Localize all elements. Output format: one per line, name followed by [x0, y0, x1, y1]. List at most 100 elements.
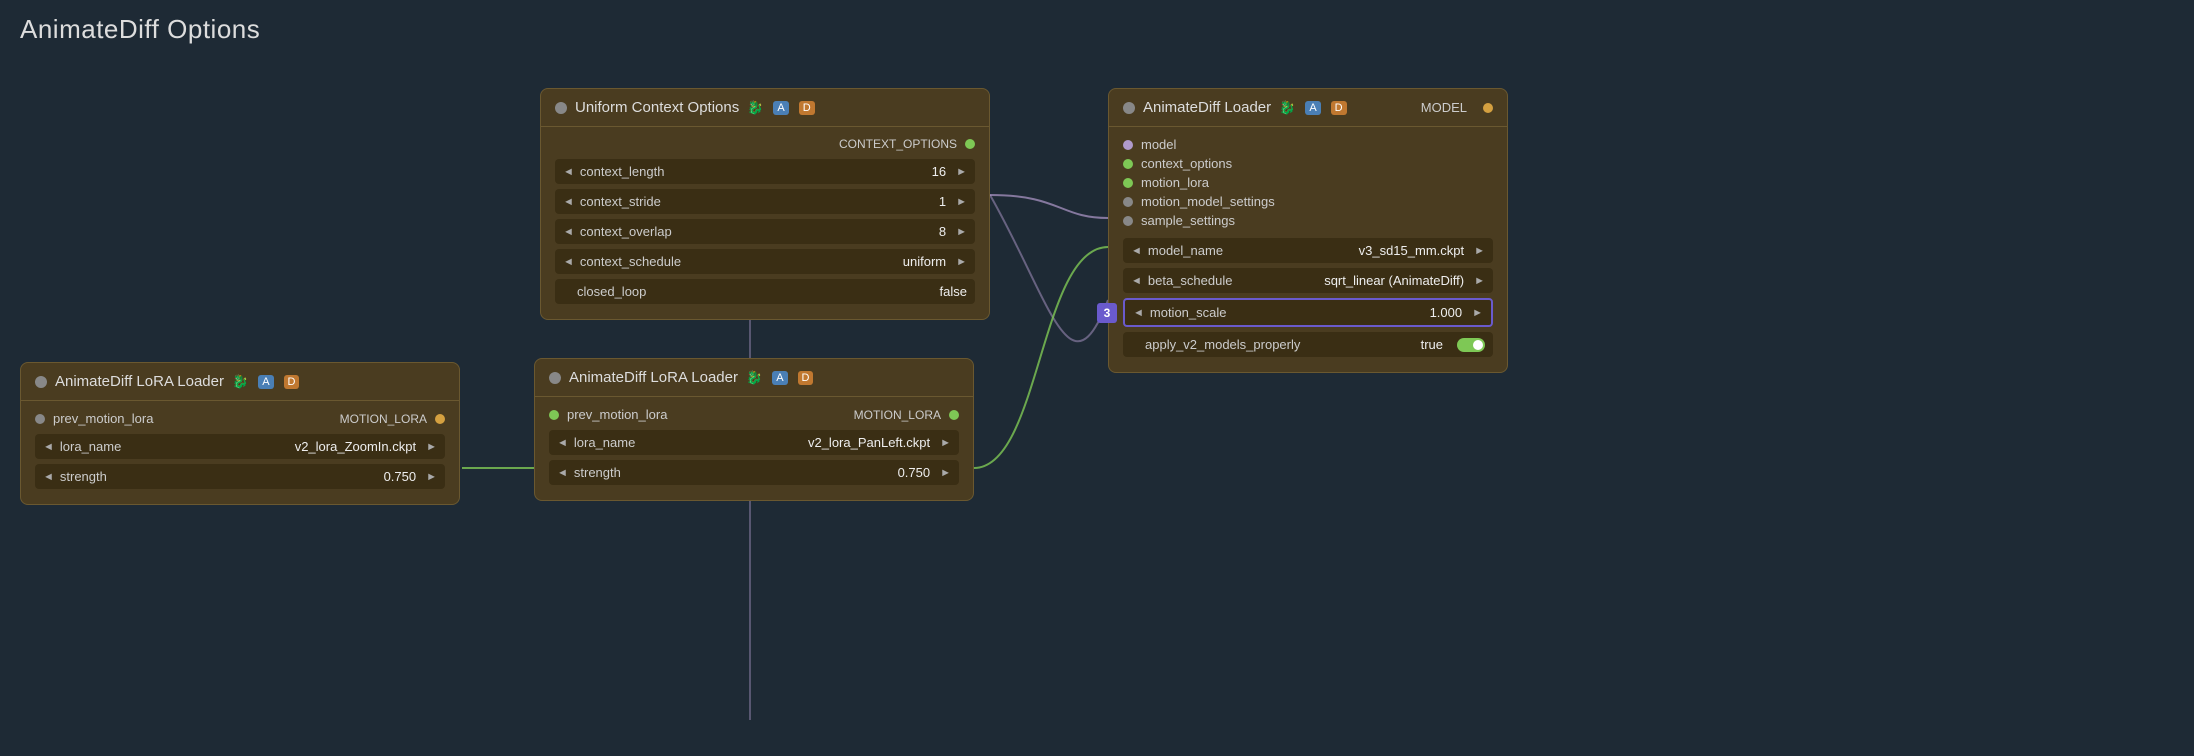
lora-loader-left-emoji: 🐉 — [232, 374, 248, 390]
context-schedule-left-arrow[interactable]: ◄ — [563, 256, 574, 268]
lora-right-strength-left-arrow[interactable]: ◄ — [557, 467, 568, 479]
motion-lora-port-row: motion_lora — [1123, 175, 1493, 190]
beta-schedule-field[interactable]: ◄ beta_schedule sqrt_linear (AnimateDiff… — [1123, 268, 1493, 293]
beta-schedule-label: beta_schedule — [1148, 273, 1318, 288]
animatediff-loader-title: AnimateDiff Loader — [1143, 99, 1271, 116]
animatediff-loader-header: AnimateDiff Loader 🐉 A D MODEL — [1109, 89, 1507, 127]
lora-right-name-value: v2_lora_PanLeft.ckpt — [808, 435, 930, 450]
beta-schedule-left-arrow[interactable]: ◄ — [1131, 275, 1142, 287]
uniform-context-dot — [555, 102, 567, 114]
lora-loader-right-header: AnimateDiff LoRA Loader 🐉 A D — [535, 359, 973, 397]
context-overlap-field[interactable]: ◄ context_overlap 8 ► — [555, 219, 975, 244]
animatediff-loader-dot — [1123, 102, 1135, 114]
lora-right-strength-label: strength — [574, 465, 892, 480]
uniform-context-title: Uniform Context Options — [575, 99, 739, 116]
context-length-left-arrow[interactable]: ◄ — [563, 166, 574, 178]
model-name-label: model_name — [1148, 243, 1353, 258]
lora-right-name-field[interactable]: ◄ lora_name v2_lora_PanLeft.ckpt ► — [549, 430, 959, 455]
closed-loop-field[interactable]: closed_loop false — [555, 279, 975, 304]
context-options-port-dot — [1123, 159, 1133, 169]
lora-right-name-left-arrow[interactable]: ◄ — [557, 437, 568, 449]
context-options-output-label: CONTEXT_OPTIONS — [555, 137, 957, 151]
lora-loader-right-dot — [549, 372, 561, 384]
lora-left-output-dot — [435, 414, 445, 424]
model-port-row: model — [1123, 137, 1493, 152]
context-options-output-dot — [965, 139, 975, 149]
lora-left-name-field[interactable]: ◄ lora_name v2_lora_ZoomIn.ckpt ► — [35, 434, 445, 459]
lora-right-output-label: MOTION_LORA — [667, 408, 941, 422]
motion-scale-field[interactable]: 3 ◄ motion_scale 1.000 ► — [1123, 298, 1493, 327]
lora-loader-right-emoji: 🐉 — [746, 370, 762, 386]
lora-right-strength-value: 0.750 — [898, 465, 931, 480]
lora-right-output-dot — [949, 410, 959, 420]
lora-left-strength-right-arrow[interactable]: ► — [426, 471, 437, 483]
lora-right-prev-motion-label: prev_motion_lora — [567, 407, 667, 422]
lora-left-strength-left-arrow[interactable]: ◄ — [43, 471, 54, 483]
lora-right-name-right-arrow[interactable]: ► — [940, 437, 951, 449]
context-overlap-left-arrow[interactable]: ◄ — [563, 226, 574, 238]
lora-left-name-label: lora_name — [60, 439, 289, 454]
context-overlap-value: 8 — [939, 224, 946, 239]
lora-loader-right-badge-d: D — [798, 371, 814, 385]
lora-left-strength-label: strength — [60, 469, 378, 484]
context-length-field[interactable]: ◄ context_length 16 ► — [555, 159, 975, 184]
animatediff-loader-node: AnimateDiff Loader 🐉 A D MODEL model con… — [1108, 88, 1508, 373]
lora-right-strength-field[interactable]: ◄ strength 0.750 ► — [549, 460, 959, 485]
lora-left-prev-motion-label: prev_motion_lora — [53, 411, 153, 426]
lora-loader-left-title: AnimateDiff LoRA Loader — [55, 373, 224, 390]
context-stride-left-arrow[interactable]: ◄ — [563, 196, 574, 208]
context-schedule-right-arrow[interactable]: ► — [956, 256, 967, 268]
model-name-right-arrow[interactable]: ► — [1474, 245, 1485, 257]
lora-loader-left-node: AnimateDiff LoRA Loader 🐉 A D prev_motio… — [20, 362, 460, 505]
context-options-port-label: context_options — [1141, 156, 1232, 171]
lora-left-strength-field[interactable]: ◄ strength 0.750 ► — [35, 464, 445, 489]
beta-schedule-value: sqrt_linear (AnimateDiff) — [1324, 273, 1464, 288]
lora-right-name-label: lora_name — [574, 435, 802, 450]
sample-settings-port-label: sample_settings — [1141, 213, 1235, 228]
apply-v2-value: true — [1421, 337, 1443, 352]
lora-loader-left-badge-d: D — [284, 375, 300, 389]
lora-left-prev-motion-dot — [35, 414, 45, 424]
lora-loader-right-body: prev_motion_lora MOTION_LORA ◄ lora_name… — [535, 397, 973, 500]
motion-lora-port-label: motion_lora — [1141, 175, 1209, 190]
motion-model-settings-port-dot — [1123, 197, 1133, 207]
page-title: AnimateDiff Options — [20, 14, 260, 45]
uniform-context-body: CONTEXT_OPTIONS ◄ context_length 16 ► ◄ … — [541, 127, 989, 319]
model-name-left-arrow[interactable]: ◄ — [1131, 245, 1142, 257]
sample-settings-port-dot — [1123, 216, 1133, 226]
closed-loop-label: closed_loop — [577, 284, 934, 299]
context-stride-value: 1 — [939, 194, 946, 209]
context-length-value: 16 — [932, 164, 946, 179]
context-stride-label: context_stride — [580, 194, 933, 209]
apply-v2-toggle[interactable] — [1457, 338, 1485, 352]
context-schedule-field[interactable]: ◄ context_schedule uniform ► — [555, 249, 975, 274]
lora-right-strength-right-arrow[interactable]: ► — [940, 467, 951, 479]
beta-schedule-right-arrow[interactable]: ► — [1474, 275, 1485, 287]
context-stride-right-arrow[interactable]: ► — [956, 196, 967, 208]
model-name-field[interactable]: ◄ model_name v3_sd15_mm.ckpt ► — [1123, 238, 1493, 263]
animatediff-loader-emoji: 🐉 — [1279, 100, 1295, 116]
context-length-right-arrow[interactable]: ► — [956, 166, 967, 178]
uniform-context-emoji: 🐉 — [747, 100, 763, 116]
apply-v2-field[interactable]: apply_v2_models_properly true — [1123, 332, 1493, 357]
lora-left-name-left-arrow[interactable]: ◄ — [43, 441, 54, 453]
context-overlap-right-arrow[interactable]: ► — [956, 226, 967, 238]
motion-model-settings-port-row: motion_model_settings — [1123, 194, 1493, 209]
animatediff-loader-output-dot — [1483, 103, 1493, 113]
motion-scale-label: motion_scale — [1150, 305, 1424, 320]
motion-scale-right-arrow[interactable]: ► — [1472, 307, 1483, 319]
context-stride-field[interactable]: ◄ context_stride 1 ► — [555, 189, 975, 214]
motion-scale-value: 1.000 — [1430, 305, 1463, 320]
animatediff-loader-output-label: MODEL — [1355, 100, 1467, 115]
lora-left-output-label: MOTION_LORA — [153, 412, 427, 426]
motion-model-settings-port-label: motion_model_settings — [1141, 194, 1275, 209]
motion-scale-badge: 3 — [1097, 303, 1117, 323]
context-schedule-label: context_schedule — [580, 254, 897, 269]
sample-settings-port-row: sample_settings — [1123, 213, 1493, 228]
lora-left-name-right-arrow[interactable]: ► — [426, 441, 437, 453]
motion-scale-left-arrow[interactable]: ◄ — [1133, 307, 1144, 319]
context-length-label: context_length — [580, 164, 926, 179]
model-port-dot — [1123, 140, 1133, 150]
context-overlap-label: context_overlap — [580, 224, 933, 239]
lora-right-prev-motion-dot — [549, 410, 559, 420]
